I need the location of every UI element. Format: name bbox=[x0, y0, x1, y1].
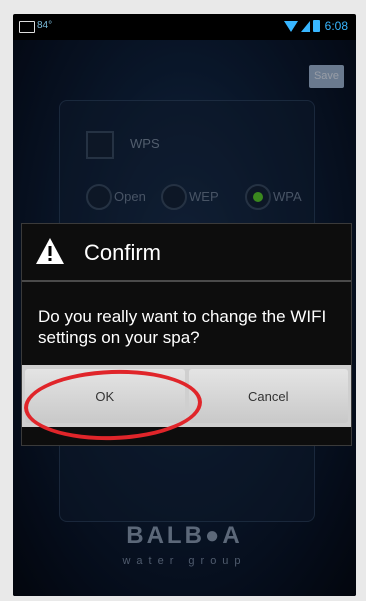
wifi-icon bbox=[283, 20, 298, 32]
cancel-button[interactable]: Cancel bbox=[188, 369, 348, 423]
status-right-group: 6:08 bbox=[283, 19, 348, 33]
dialog-header: Confirm bbox=[22, 224, 351, 282]
status-left-text: 84° bbox=[37, 20, 53, 31]
battery-icon bbox=[312, 20, 320, 32]
image-notification-icon bbox=[19, 21, 35, 33]
signal-icon bbox=[300, 20, 310, 32]
status-time: 6:08 bbox=[324, 19, 348, 33]
warning-icon bbox=[36, 238, 64, 264]
dialog-title: Confirm bbox=[84, 240, 162, 265]
status-bar: 84° 6:08 bbox=[13, 14, 356, 40]
dialog-message: Do you really want to change the WIFI se… bbox=[38, 307, 327, 347]
phone-screen: 84° 6:08 Save WPS Open WEP WPA BALB●A wa… bbox=[13, 14, 356, 596]
